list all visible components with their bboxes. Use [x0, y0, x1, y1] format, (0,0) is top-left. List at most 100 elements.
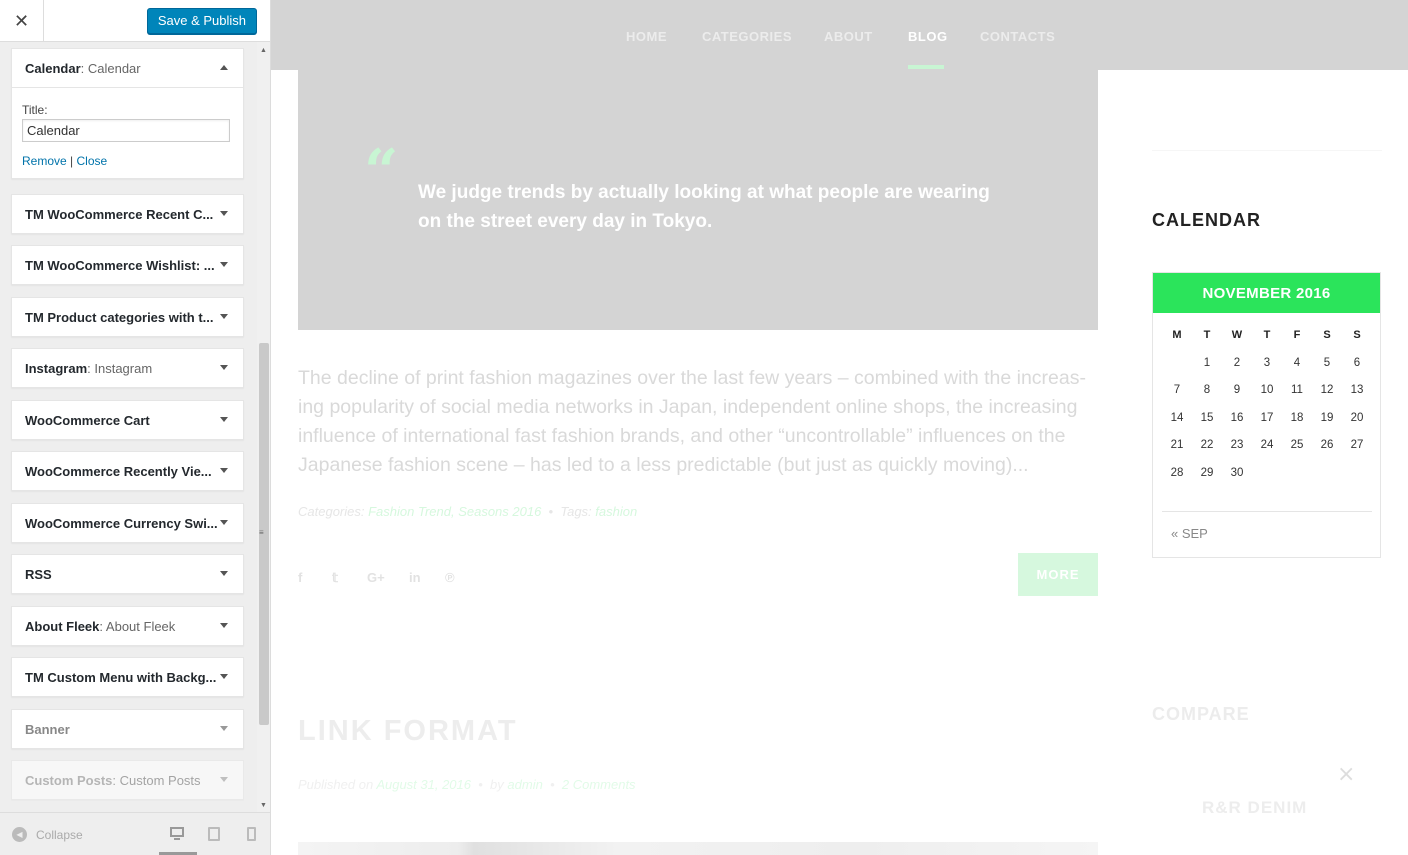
- googleplus-icon[interactable]: G+: [367, 570, 385, 585]
- title-field-input[interactable]: [22, 119, 230, 142]
- widget-item[interactable]: TM WooCommerce Wishlist: ...: [11, 245, 244, 285]
- calendar-day: 24: [1260, 439, 1274, 451]
- linkedin-icon[interactable]: in: [409, 570, 421, 585]
- compare-remove-icon[interactable]: ×: [1337, 762, 1355, 787]
- next-post-title[interactable]: LINK FORMAT: [298, 715, 518, 748]
- calendar-day: 16: [1230, 411, 1244, 424]
- calendar-weekday: T: [1263, 329, 1271, 341]
- by-label: by: [490, 777, 504, 792]
- widget-item[interactable]: TM Custom Menu with Backg...: [11, 657, 244, 697]
- compare-item-title[interactable]: R&R DENIM: [1202, 798, 1307, 818]
- expand-arrow-icon[interactable]: [220, 365, 228, 370]
- widget-item[interactable]: WooCommerce Currency Swi...: [11, 503, 244, 543]
- scroll-down-icon[interactable]: ▼: [260, 802, 267, 809]
- calendar-weekday: W: [1231, 329, 1243, 341]
- nav-home[interactable]: Home: [626, 29, 667, 44]
- widget-item[interactable]: TM WooCommerce Recent C...: [11, 194, 244, 234]
- nav-contacts[interactable]: Contacts: [980, 29, 1055, 44]
- widget-title: WooCommerce Recently Vie...: [25, 463, 212, 479]
- tags-link[interactable]: fashion: [595, 504, 637, 519]
- calendar-day: [1312, 467, 1342, 495]
- published-date[interactable]: August 31, 2016: [376, 777, 471, 792]
- calendar-weekday: S: [1323, 329, 1331, 341]
- scroll-grip-icon: ≡: [259, 528, 264, 537]
- widget-item[interactable]: Banner: [11, 709, 244, 749]
- calendar-day: [1282, 467, 1312, 495]
- twitter-icon[interactable]: 𝕥: [332, 570, 338, 586]
- collapse-label: Collapse: [36, 827, 83, 842]
- desktop-preview-icon[interactable]: [170, 827, 184, 840]
- collapse-arrow-icon[interactable]: [220, 65, 228, 70]
- calendar-weekday: F: [1293, 329, 1301, 341]
- widget-title: TM Custom Menu with Backg...: [25, 669, 217, 685]
- categories-links[interactable]: Fashion Trend, Seasons 2016: [368, 504, 541, 519]
- remove-widget-link[interactable]: Remove: [22, 154, 67, 168]
- published-prefix: Published on: [298, 777, 374, 792]
- calendar-day: 30: [1230, 466, 1244, 479]
- calendar-day: 17: [1260, 411, 1274, 424]
- meta-bullet: •: [548, 504, 554, 519]
- expand-arrow-icon[interactable]: [220, 726, 228, 731]
- mobile-preview-icon[interactable]: [247, 827, 256, 841]
- collapse-sidebar-button[interactable]: ◀ Collapse: [12, 827, 83, 842]
- active-nav-underline: [908, 65, 944, 69]
- widget-item[interactable]: Custom Posts: Custom Posts: [11, 760, 244, 800]
- save-publish-button[interactable]: Save & Publish: [146, 8, 257, 34]
- calendar-prev-month-link[interactable]: « SEP: [1171, 526, 1208, 541]
- widget-title: Custom Posts: [25, 772, 113, 788]
- close-widget-link[interactable]: Close: [77, 154, 108, 168]
- next-post-meta: Published on August 31, 2016 • by admin …: [298, 777, 636, 792]
- sidebar-scrollbar[interactable]: ▲ ≡ ▼: [257, 42, 270, 812]
- expand-arrow-icon[interactable]: [220, 314, 228, 319]
- main-navigation: Home Categories About Blog Contacts: [271, 0, 1408, 70]
- facebook-icon[interactable]: f: [298, 570, 302, 585]
- widget-item[interactable]: About Fleek: About Fleek: [11, 606, 244, 646]
- calendar-month: NOVEMBER 2016: [1153, 273, 1380, 313]
- calendar-day: 22: [1200, 439, 1214, 451]
- expand-arrow-icon[interactable]: [220, 211, 228, 216]
- expand-arrow-icon[interactable]: [220, 571, 228, 576]
- widget-list: Calendar: Calendar Title: Remove | Close…: [0, 42, 256, 812]
- calendar-grid: M T W T F S S 1 2 3 4 5 6 7 8 9 10 11 12 13 14 15 16 17 18 19 20 21…: [1162, 329, 1372, 494]
- calendar-day: 12: [1320, 384, 1334, 396]
- nav-about[interactable]: About: [824, 29, 873, 44]
- widget-item[interactable]: TM Product categories with t...: [11, 297, 244, 337]
- expand-arrow-icon[interactable]: [220, 520, 228, 525]
- expand-arrow-icon[interactable]: [220, 674, 228, 679]
- author-link[interactable]: admin: [507, 777, 542, 792]
- calendar-day: 26: [1320, 439, 1334, 451]
- calendar-day: [1252, 467, 1282, 495]
- calendar-day: 18: [1290, 411, 1304, 424]
- widget-title: About Fleek: [25, 618, 100, 634]
- customizer-footer: ◀ Collapse: [0, 812, 270, 855]
- widget-header[interactable]: Calendar: Calendar: [12, 49, 243, 87]
- widget-item[interactable]: RSS: [11, 554, 244, 594]
- expand-arrow-icon[interactable]: [220, 417, 228, 422]
- nav-blog[interactable]: Blog: [908, 29, 948, 44]
- calendar-week-row: 21 22 23 24 25 26 27: [1162, 439, 1372, 467]
- widget-item[interactable]: Instagram: Instagram: [11, 348, 244, 388]
- widget-form: Title: Remove | Close: [12, 87, 243, 178]
- expand-arrow-icon[interactable]: [220, 262, 228, 267]
- widget-item[interactable]: WooCommerce Cart: [11, 400, 244, 440]
- calendar-day: [1162, 357, 1192, 385]
- comments-link[interactable]: 2 Comments: [562, 777, 636, 792]
- close-customizer-button[interactable]: ✕: [0, 0, 44, 42]
- scroll-up-icon[interactable]: ▲: [260, 47, 267, 54]
- site-preview: Home Categories About Blog Contacts “ We…: [271, 0, 1408, 855]
- expand-arrow-icon[interactable]: [220, 623, 228, 628]
- widget-item[interactable]: WooCommerce Recently Vie...: [11, 451, 244, 491]
- meta-bullet: •: [550, 777, 555, 792]
- more-button[interactable]: MORE: [1018, 553, 1098, 596]
- tablet-preview-icon[interactable]: [208, 827, 220, 841]
- calendar-day: 1: [1203, 356, 1211, 369]
- calendar-week-row: 7 8 9 10 11 12 13: [1162, 384, 1372, 412]
- pinterest-icon[interactable]: ℗: [445, 570, 455, 585]
- customizer-header: ✕ Save & Publish: [0, 0, 270, 42]
- expand-arrow-icon[interactable]: [220, 777, 228, 782]
- calendar-day: 3: [1263, 356, 1271, 369]
- calendar-day: 5: [1323, 356, 1331, 369]
- calendar-day: 13: [1350, 384, 1364, 396]
- nav-categories[interactable]: Categories: [702, 29, 792, 44]
- expand-arrow-icon[interactable]: [220, 468, 228, 473]
